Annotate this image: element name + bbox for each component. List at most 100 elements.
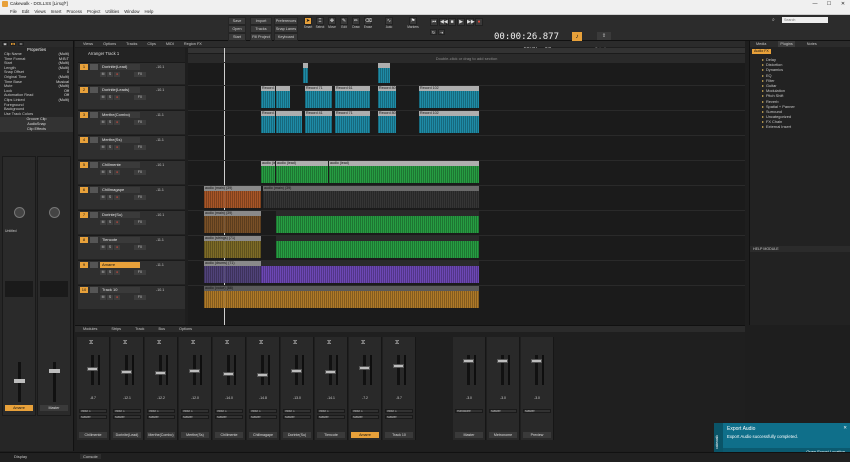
- menu-process[interactable]: Process: [66, 9, 82, 14]
- pan-icon[interactable]: ⧖: [225, 340, 229, 347]
- fx-bin-button[interactable]: FX: [134, 245, 146, 250]
- track-name[interactable]: Dorinite(Lead): [100, 64, 140, 70]
- record-arm-button[interactable]: ●: [114, 145, 120, 150]
- console-menu-bus[interactable]: Bus: [158, 326, 165, 332]
- track-header[interactable]: 2 Dorinite(Leads) M S ● -10.1 FX: [78, 85, 185, 109]
- menu-edit[interactable]: Edit: [22, 9, 29, 14]
- audio-clip[interactable]: audio (lead): [261, 161, 275, 183]
- audio-clip[interactable]: [276, 111, 302, 133]
- track-header[interactable]: 4 Merthe(Ss) M S ● -11.1 FX: [78, 135, 185, 159]
- audio-clip[interactable]: Record 71: [305, 86, 332, 108]
- output-select[interactable]: Master: [215, 415, 243, 419]
- record-arm-button[interactable]: ●: [114, 245, 120, 250]
- mute-button[interactable]: M: [100, 95, 106, 100]
- pan-icon[interactable]: ⧖: [89, 340, 93, 347]
- track-header[interactable]: 1 Dorinite(Lead) M S ● -10.1 FX: [78, 62, 185, 84]
- track-volume[interactable]: -11.1: [156, 238, 164, 242]
- fx-bin-button[interactable]: FX: [134, 170, 146, 175]
- trackview-menu-midi[interactable]: MIDI: [166, 41, 174, 47]
- bus-volume-fader[interactable]: [531, 359, 542, 363]
- menu-window[interactable]: Window: [124, 9, 139, 14]
- strip-a-fx-bin[interactable]: [5, 281, 33, 297]
- track-header[interactable]: 9 Amarre M S ● -11.1 FX: [78, 260, 185, 284]
- menu-help[interactable]: Help: [145, 9, 154, 14]
- forward-icon[interactable]: ▶▶: [466, 18, 475, 26]
- record-arm-button[interactable]: ●: [114, 270, 120, 275]
- strip-name[interactable]: Dorinte(Su): [283, 432, 311, 438]
- solo-button[interactable]: S: [107, 145, 113, 150]
- strip-name[interactable]: Amarre: [351, 432, 379, 438]
- track-lane[interactable]: [188, 135, 745, 159]
- trackview-menu-views[interactable]: Views: [83, 41, 93, 47]
- audio-clip[interactable]: Record 102: [419, 86, 479, 108]
- audio-clip[interactable]: audio (lead): [329, 161, 479, 183]
- output-select[interactable]: Master: [113, 415, 141, 419]
- pan-icon[interactable]: ⧖: [259, 340, 263, 347]
- track-volume[interactable]: -11.1: [156, 138, 164, 142]
- bus-volume-fader[interactable]: [497, 359, 508, 363]
- strip-name[interactable]: Chillmagape: [249, 432, 277, 438]
- export-icon[interactable]: ⇪: [597, 32, 611, 40]
- solo-button[interactable]: S: [107, 95, 113, 100]
- solo-button[interactable]: S: [107, 120, 113, 125]
- back-icon[interactable]: ◀◀: [439, 18, 448, 26]
- start-screen-button[interactable]: Start Screen: [228, 33, 246, 46]
- track-volume[interactable]: -11.1: [156, 113, 164, 117]
- property-row[interactable]: Use Track Colors: [0, 112, 73, 117]
- pan-icon[interactable]: ⧖: [361, 340, 365, 347]
- track-name[interactable]: Track 10: [100, 287, 140, 293]
- keyboard-button[interactable]: Keyboard: [274, 33, 298, 41]
- track-volume[interactable]: -10.1: [156, 65, 164, 69]
- output-select[interactable]: Master: [249, 415, 277, 419]
- input-select[interactable]: Input 1: [283, 409, 311, 413]
- output-select[interactable]: Master: [317, 415, 345, 419]
- track-volume[interactable]: -10.1: [156, 88, 164, 92]
- volume-fader[interactable]: [257, 373, 268, 377]
- plugin-category[interactable]: ▸ External Insert: [750, 124, 850, 129]
- strip-a-input[interactable]: Untitled: [5, 229, 33, 233]
- trackview-menu-clips[interactable]: Clips: [147, 41, 155, 47]
- audio-clip[interactable]: Record 61: [335, 86, 370, 108]
- fx-bin-button[interactable]: FX: [134, 95, 146, 100]
- browser-tab-media[interactable]: Media: [756, 41, 766, 47]
- audio-clip[interactable]: [261, 261, 479, 283]
- strip-name[interactable]: Tiencote: [317, 432, 345, 438]
- trackview-menu-tracks[interactable]: Tracks: [126, 41, 137, 47]
- menu-project[interactable]: Project: [87, 9, 100, 14]
- tracks-button[interactable]: Tracks: [250, 25, 272, 33]
- audio-clip[interactable]: Record 21: [261, 111, 275, 133]
- pan-icon[interactable]: ⧖: [327, 340, 331, 347]
- volume-fader[interactable]: [87, 367, 98, 371]
- record-arm-button[interactable]: ●: [114, 295, 120, 300]
- bus-volume-fader[interactable]: [463, 359, 474, 363]
- pan-icon[interactable]: ⧖: [395, 340, 399, 347]
- console-menu-strips[interactable]: Strips: [111, 326, 121, 332]
- menu-views[interactable]: Views: [34, 9, 45, 14]
- audio-clip[interactable]: audio (main) (39): [204, 211, 261, 233]
- stop-icon[interactable]: ■: [448, 18, 456, 26]
- bus-output-select[interactable]: Hardware: [455, 409, 483, 413]
- pan-icon[interactable]: ⧖: [157, 340, 161, 347]
- fx-bin-button[interactable]: FX: [134, 295, 146, 300]
- edit-tool[interactable]: ✎ Edit: [339, 17, 349, 29]
- track-header[interactable]: 7 Dorinte(Su) M S ● -10.1 FX: [78, 210, 185, 234]
- strip-name[interactable]: Chillmente: [79, 432, 107, 438]
- track-name[interactable]: Chillmagape: [100, 187, 140, 193]
- menu-insert[interactable]: Insert: [51, 9, 62, 14]
- plugin-type-filter[interactable]: Audio FX: [752, 49, 771, 54]
- record-icon[interactable]: ●: [475, 18, 483, 26]
- save-button[interactable]: Save: [228, 17, 246, 25]
- select-tool[interactable]: ⌶ Select: [315, 17, 325, 29]
- audio-clip[interactable]: Record 102: [419, 111, 479, 133]
- audio-clip[interactable]: audio (drums) (71): [204, 261, 261, 283]
- strip-a-name[interactable]: Amarre: [5, 405, 33, 411]
- track-name[interactable]: Merthe(Combo): [100, 112, 140, 118]
- volume-fader[interactable]: [223, 371, 234, 376]
- track-volume[interactable]: -11.1: [156, 263, 164, 267]
- strip-name[interactable]: Chillmente: [215, 432, 243, 438]
- input-select[interactable]: Input 1: [317, 409, 345, 413]
- mute-button[interactable]: M: [100, 120, 106, 125]
- record-arm-button[interactable]: ●: [114, 72, 120, 77]
- solo-button[interactable]: S: [107, 72, 113, 77]
- track-header[interactable]: 6 Chillmagape M S ● -11.1 FX: [78, 185, 185, 209]
